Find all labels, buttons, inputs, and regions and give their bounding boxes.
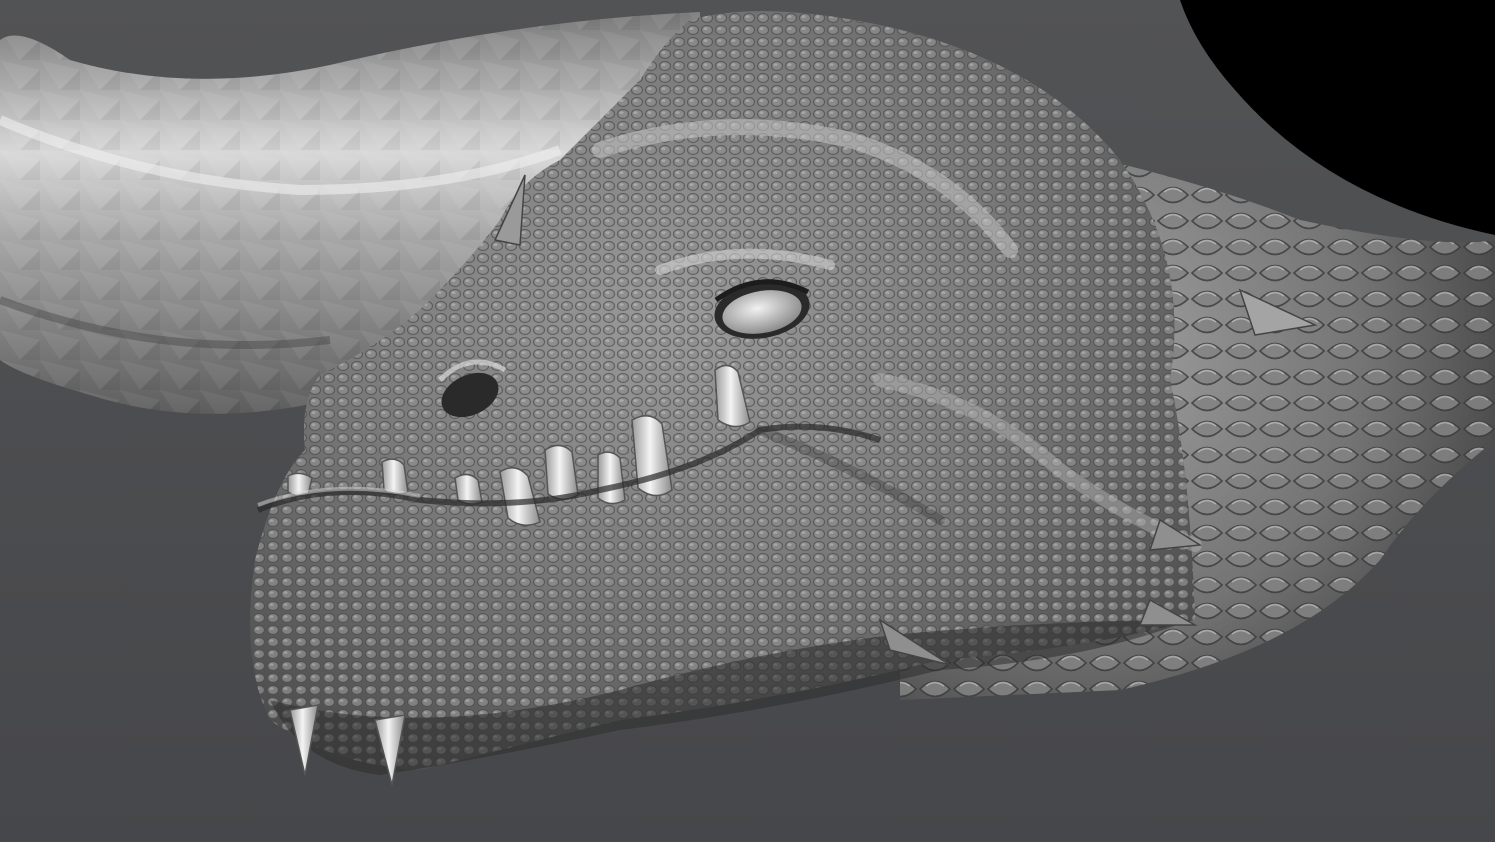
3d-viewport[interactable]	[0, 0, 1495, 842]
sculpt-render	[0, 0, 1495, 842]
